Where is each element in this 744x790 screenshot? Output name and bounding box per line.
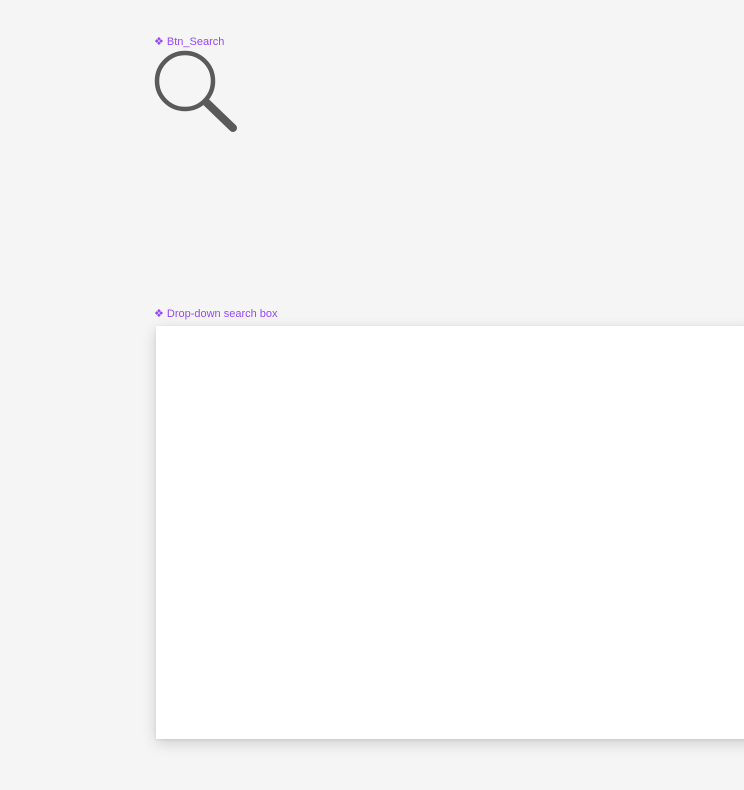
search-button[interactable] bbox=[150, 48, 242, 136]
dropdown-search-box[interactable] bbox=[156, 326, 744, 739]
design-canvas: ❖ Btn_Search ❖ Drop-down search box bbox=[0, 0, 744, 790]
dropdown-search-box-label-text: Drop-down search box bbox=[166, 308, 278, 320]
dropdown-search-box-component-label[interactable]: ❖ Drop-down search box bbox=[154, 308, 278, 321]
component-icon: ❖ bbox=[154, 308, 164, 320]
search-icon bbox=[154, 50, 237, 132]
